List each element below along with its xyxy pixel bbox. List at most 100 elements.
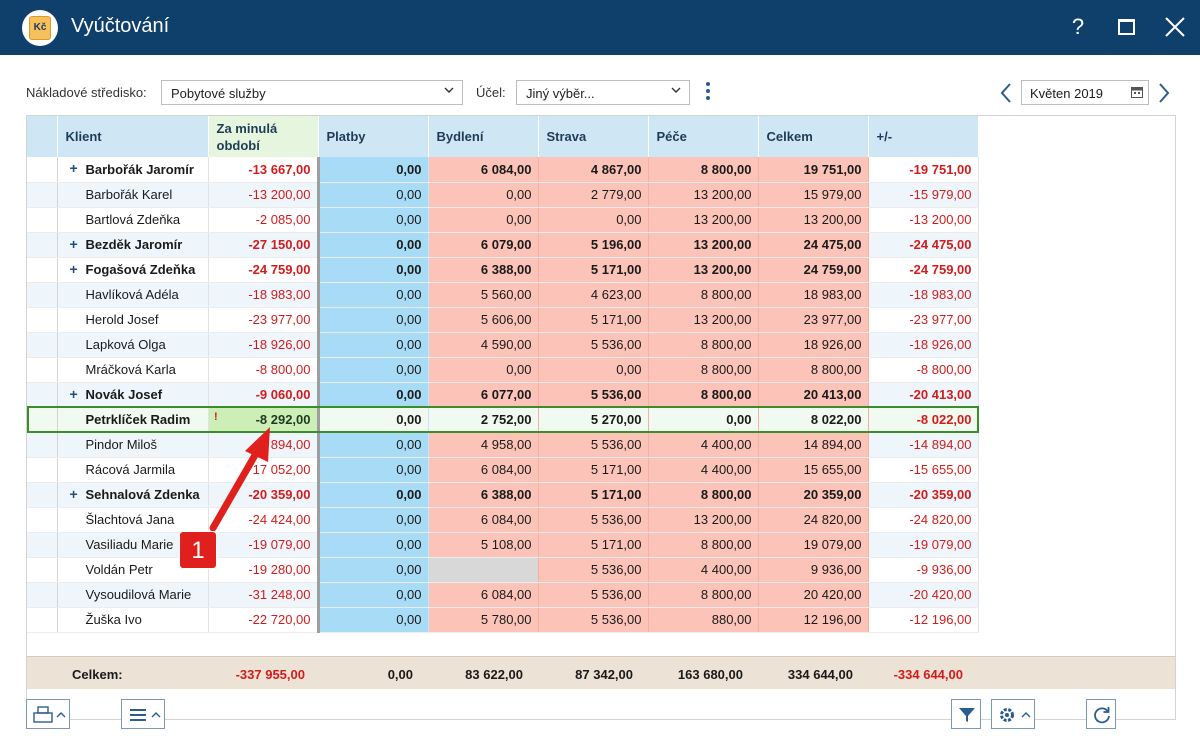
cell-difference[interactable]: -9 936,00 [868,557,979,583]
cell-total[interactable]: 15 655,00 [758,457,869,483]
cell-difference[interactable]: -20 359,00 [868,482,979,508]
cell-care[interactable]: 13 200,00 [648,307,759,333]
cell-difference[interactable]: -24 820,00 [868,507,979,533]
cell-meals[interactable]: 5 536,00 [538,557,649,583]
cell-payments[interactable]: 0,00 [318,532,429,558]
cell-total[interactable]: 8 800,00 [758,357,869,383]
cell-difference[interactable]: -24 475,00 [868,232,979,258]
cell-care[interactable]: 13 200,00 [648,232,759,258]
cell-total[interactable]: 19 751,00 [758,157,869,183]
table-row[interactable]: Barbořák Karel -13 200,00 0,00 0,00 2 779,00… [27,182,979,208]
cell-previous-periods[interactable]: -2 085,00 [208,207,320,233]
cell-housing[interactable]: 6 084,00 [428,507,539,533]
cell-meals[interactable]: 5 171,00 [538,532,649,558]
cell-difference[interactable]: -19 079,00 [868,532,979,558]
cell-total[interactable]: 12 196,00 [758,607,869,633]
cell-meals[interactable]: 5 536,00 [538,582,649,608]
cell-payments[interactable]: 0,00 [318,182,429,208]
cell-meals[interactable]: 5 171,00 [538,307,649,333]
cell-client[interactable]: + Sehnalová Zdenka [57,482,209,508]
cell-meals[interactable]: 0,00 [538,357,649,383]
cell-difference[interactable]: -18 983,00 [868,282,979,308]
cell-previous-periods[interactable]: -18 926,00 [208,332,320,358]
cell-total[interactable]: 23 977,00 [758,307,869,333]
cell-payments[interactable]: 0,00 [318,157,429,183]
cell-previous-periods[interactable]: 4 894,00 [208,432,320,458]
cell-previous-periods[interactable]: -19 079,00 [208,532,320,558]
cell-client[interactable]: + Novák Josef [57,382,209,408]
cell-total[interactable]: 14 894,00 [758,432,869,458]
cell-client[interactable]: Bartlová Zdeňka [57,207,209,233]
cell-client[interactable]: Mráčková Karla [57,357,209,383]
cell-previous-periods[interactable]: -8 292,00 [208,407,320,433]
cell-previous-periods[interactable]: -24 759,00 [208,257,320,283]
header-client[interactable]: Klient [57,116,209,157]
next-period-icon[interactable] [1156,81,1172,105]
cell-housing[interactable]: 6 084,00 [428,157,539,183]
cell-housing[interactable]: 6 079,00 [428,232,539,258]
cost-center-select[interactable]: Pobytové služby [161,80,463,105]
cell-housing[interactable]: 5 560,00 [428,282,539,308]
cell-housing[interactable]: 0,00 [428,182,539,208]
cell-total[interactable]: 18 926,00 [758,332,869,358]
cell-previous-periods[interactable]: -27 150,00 [208,232,320,258]
cell-meals[interactable]: 5 196,00 [538,232,649,258]
cell-housing[interactable]: 5 606,00 [428,307,539,333]
cell-care[interactable]: 13 200,00 [648,257,759,283]
cell-client[interactable]: Barbořák Karel [57,182,209,208]
cell-care[interactable]: 8 800,00 [648,357,759,383]
cell-payments[interactable]: 0,00 [318,282,429,308]
expand-icon[interactable]: + [70,261,78,277]
cell-meals[interactable]: 4 867,00 [538,157,649,183]
cell-previous-periods[interactable]: -13 667,00 [208,157,320,183]
header-meals[interactable]: Strava [538,116,649,157]
cell-total[interactable]: 8 022,00 [758,407,869,433]
kebab-menu-icon[interactable] [704,82,712,102]
cell-previous-periods[interactable]: -19 280,00 [208,557,320,583]
cell-meals[interactable]: 5 536,00 [538,382,649,408]
cell-previous-periods[interactable]: -18 983,00 [208,282,320,308]
help-icon[interactable]: ? [1063,12,1093,42]
cell-client[interactable]: Herold Josef [57,307,209,333]
cell-care[interactable]: 8 800,00 [648,157,759,183]
table-row[interactable]: Vasiliadu Marie -19 079,00 0,00 5 108,00 5 1… [27,532,979,558]
cell-housing[interactable]: 5 108,00 [428,532,539,558]
purpose-select[interactable]: Jiný výběr... [516,80,690,105]
cell-payments[interactable]: 0,00 [318,557,429,583]
cell-meals[interactable]: 5 171,00 [538,482,649,508]
header-difference[interactable]: +/- [868,116,979,157]
cell-care[interactable]: 4 400,00 [648,557,759,583]
header-total[interactable]: Celkem [758,116,869,157]
cell-meals[interactable]: 5 171,00 [538,457,649,483]
cell-housing[interactable]: 6 077,00 [428,382,539,408]
cell-total[interactable]: 13 200,00 [758,207,869,233]
cell-payments[interactable]: 0,00 [318,207,429,233]
cell-total[interactable]: 19 079,00 [758,532,869,558]
period-picker[interactable]: Květen 2019 [1021,80,1149,105]
cell-difference[interactable]: -14 894,00 [868,432,979,458]
cell-total[interactable]: 20 420,00 [758,582,869,608]
cell-client[interactable]: Pindor Miloš [57,432,209,458]
cell-difference[interactable]: -18 926,00 [868,332,979,358]
cell-housing[interactable]: 6 084,00 [428,457,539,483]
cell-previous-periods[interactable]: -24 424,00 [208,507,320,533]
table-row[interactable]: Pindor Miloš 4 894,00 0,00 4 958,00 5 536,00… [27,432,979,458]
cell-housing[interactable]: 6 388,00 [428,482,539,508]
cell-difference[interactable]: -12 196,00 [868,607,979,633]
maximize-icon[interactable] [1111,12,1141,42]
cell-care[interactable]: 880,00 [648,607,759,633]
table-row[interactable]: Bartlová Zdeňka -2 085,00 0,00 0,00 0,00 13 2… [27,207,979,233]
table-row[interactable]: Herold Josef -23 977,00 0,00 5 606,00 5 171,… [27,307,979,333]
cell-difference[interactable]: -19 751,00 [868,157,979,183]
cell-meals[interactable]: 0,00 [538,207,649,233]
cell-total[interactable]: 18 983,00 [758,282,869,308]
table-row[interactable]: + Barbořák Jaromír -13 667,00 0,00 6 084,00 4… [27,157,979,183]
cell-payments[interactable]: 0,00 [318,357,429,383]
expand-icon[interactable]: + [70,486,78,502]
cell-difference[interactable]: -15 979,00 [868,182,979,208]
cell-care[interactable]: 8 800,00 [648,532,759,558]
table-row[interactable]: Vysoudilová Marie -31 248,00 0,00 6 084,00 5… [27,582,979,608]
cell-client[interactable]: Lapková Olga [57,332,209,358]
header-care[interactable]: Péče [648,116,759,157]
menu-button[interactable] [121,699,165,729]
